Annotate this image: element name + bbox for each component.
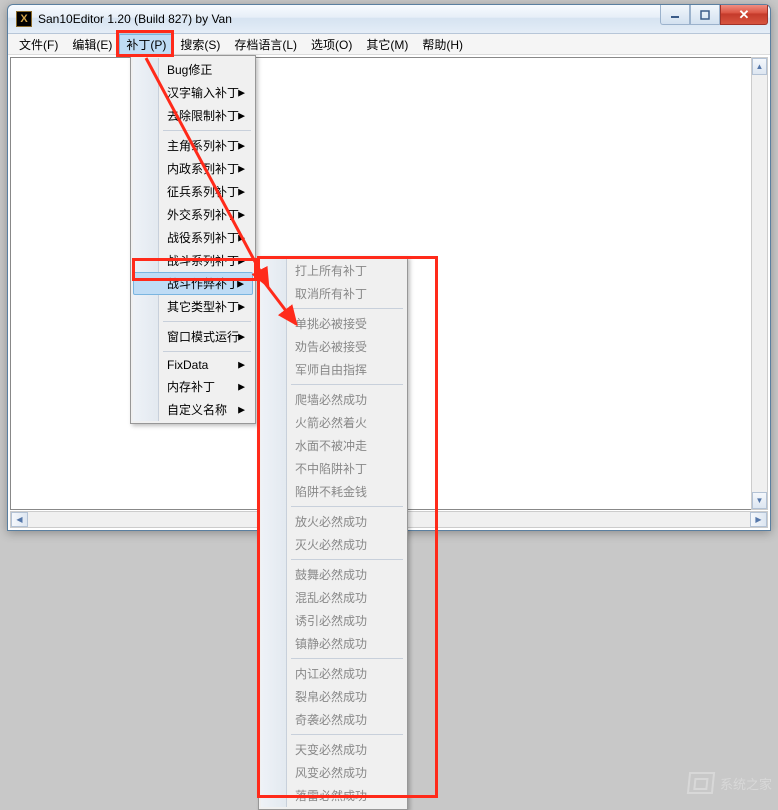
submenu-arrow-icon: ▶	[238, 209, 245, 220]
titlebar[interactable]: X San10Editor 1.20 (Build 827) by Van ✕	[8, 5, 770, 34]
dropdown-item[interactable]: 汉字输入补丁▶	[133, 81, 253, 104]
dropdown-item-label: 征兵系列补丁	[167, 185, 239, 199]
submenu-arrow-icon: ▶	[238, 381, 245, 392]
window-controls: ✕	[660, 5, 768, 25]
dropdown-item-label: 外交系列补丁	[167, 208, 239, 222]
dropdown-item-label: 战斗作弊补丁	[167, 277, 239, 291]
submenu-arrow-icon: ▶	[238, 110, 245, 121]
dropdown-item[interactable]: 内存补丁 ▶	[133, 375, 253, 398]
watermark-logo-icon	[687, 772, 715, 794]
dropdown-item-label: 汉字输入补丁	[167, 86, 239, 100]
app-icon: X	[16, 11, 32, 27]
dropdown-item[interactable]: 去除限制补丁▶	[133, 104, 253, 127]
vertical-scrollbar[interactable]: ▲ ▼	[751, 57, 768, 510]
dropdown-item-label: 其它类型补丁	[167, 300, 239, 314]
scroll-left-arrow[interactable]: ◀	[11, 512, 28, 527]
dropdown-item-label: 窗口模式运行	[167, 330, 239, 344]
scroll-down-arrow[interactable]: ▼	[752, 492, 767, 509]
submenu-arrow-icon: ▶	[237, 278, 244, 289]
dropdown-icon-column	[261, 259, 287, 807]
submenu-arrow-icon: ▶	[238, 232, 245, 243]
dropdown-item[interactable]: 主角系列补丁▶	[133, 134, 253, 157]
submenu-arrow-icon: ▶	[238, 404, 245, 415]
submenu-arrow-icon: ▶	[238, 360, 245, 371]
dropdown-item-label: 内存补丁	[167, 380, 215, 394]
dropdown-item-label: 内政系列补丁	[167, 162, 239, 176]
submenu-arrow-icon: ▶	[238, 331, 245, 342]
dropdown-item[interactable]: Bug修正	[133, 58, 253, 81]
menu-item[interactable]: 存档语言(L)	[227, 34, 304, 55]
dropdown-item[interactable]: 内政系列补丁▶	[133, 157, 253, 180]
submenu-arrow-icon: ▶	[238, 186, 245, 197]
submenu-arrow-icon: ▶	[238, 140, 245, 151]
menu-item[interactable]: 选项(O)	[304, 34, 359, 55]
dropdown-item-label: 战役系列补丁	[167, 231, 239, 245]
close-button[interactable]: ✕	[720, 5, 768, 25]
dropdown-item[interactable]: 窗口模式运行▶	[133, 325, 253, 348]
submenu-arrow-icon: ▶	[238, 301, 245, 312]
menu-item[interactable]: 搜索(S)	[173, 34, 227, 55]
menu-item[interactable]: 编辑(E)	[65, 34, 119, 55]
combat-cheat-submenu: 打上所有补丁取消所有补丁单挑必被接受劝告必被接受军师自由指挥爬墙必然成功火箭必然…	[258, 256, 408, 810]
dropdown-item-label: 去除限制补丁	[167, 109, 239, 123]
dropdown-item[interactable]: 自定义名称 ▶	[133, 398, 253, 421]
menubar: 文件(F)编辑(E)补丁(P)搜索(S)存档语言(L)选项(O)其它(M)帮助(…	[8, 34, 770, 55]
menu-item[interactable]: 文件(F)	[12, 34, 65, 55]
maximize-button[interactable]	[690, 5, 720, 25]
dropdown-item-label: 主角系列补丁	[167, 139, 239, 153]
dropdown-item[interactable]: 战斗系列补丁▶	[133, 249, 253, 272]
dropdown-item-label: Bug修正	[167, 63, 212, 77]
menu-item[interactable]: 帮助(H)	[415, 34, 470, 55]
dropdown-item[interactable]: 外交系列补丁▶	[133, 203, 253, 226]
submenu-arrow-icon: ▶	[238, 87, 245, 98]
minimize-button[interactable]	[660, 5, 690, 25]
dropdown-item[interactable]: 战役系列补丁▶	[133, 226, 253, 249]
dropdown-item-label: 自定义名称	[167, 403, 227, 417]
dropdown-item[interactable]: 征兵系列补丁▶	[133, 180, 253, 203]
menu-item[interactable]: 补丁(P)	[119, 34, 173, 55]
scroll-right-arrow[interactable]: ▶	[750, 512, 767, 527]
submenu-arrow-icon: ▶	[238, 163, 245, 174]
dropdown-item-label: 战斗系列补丁	[167, 254, 239, 268]
dropdown-item[interactable]: FixData ▶	[133, 355, 253, 375]
dropdown-item[interactable]: 其它类型补丁▶	[133, 295, 253, 318]
menu-item[interactable]: 其它(M)	[359, 34, 415, 55]
submenu-arrow-icon: ▶	[238, 255, 245, 266]
dropdown-item-label: FixData	[167, 358, 208, 372]
watermark-text: 系统之家	[720, 774, 772, 793]
scroll-up-arrow[interactable]: ▲	[752, 58, 767, 75]
patch-dropdown: Bug修正汉字输入补丁▶去除限制补丁▶主角系列补丁▶内政系列补丁▶征兵系列补丁▶…	[130, 55, 256, 424]
watermark: 系统之家	[688, 772, 772, 794]
dropdown-item[interactable]: 战斗作弊补丁▶	[133, 272, 253, 295]
